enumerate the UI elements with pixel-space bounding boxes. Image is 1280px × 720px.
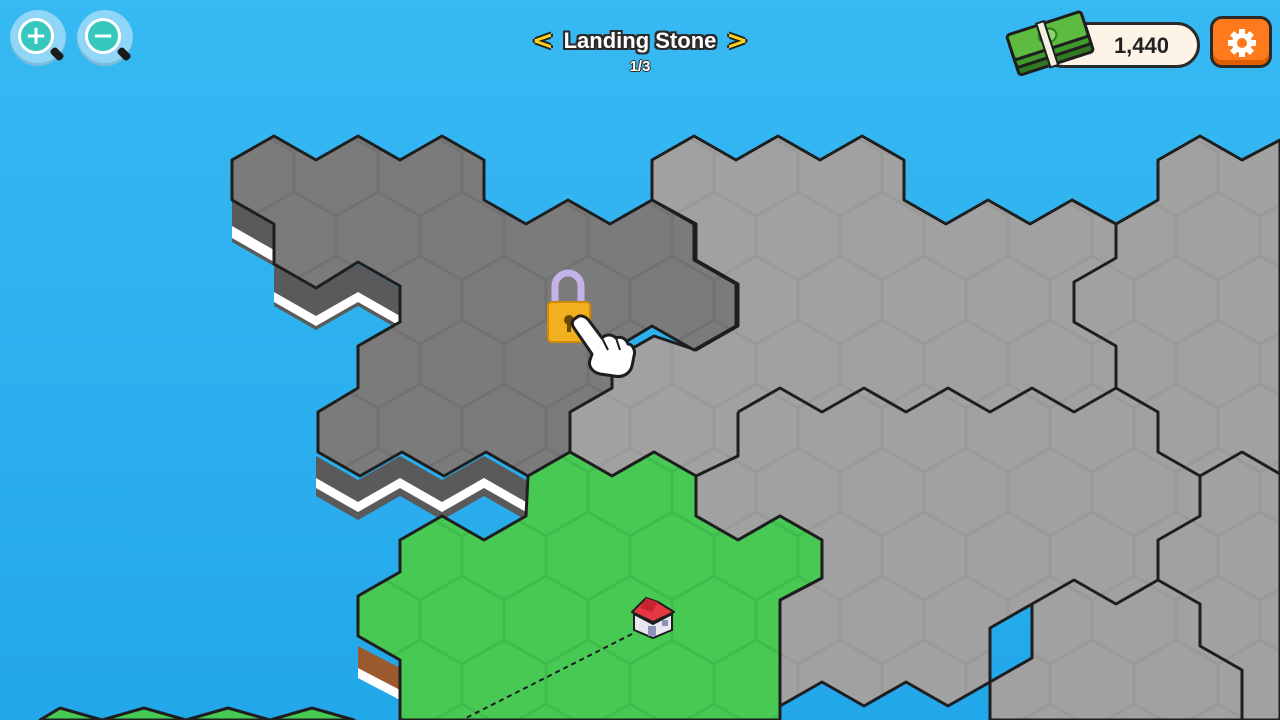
zoom-out-button[interactable]: − bbox=[77, 10, 133, 66]
level-title: Landing Stone bbox=[563, 28, 717, 53]
settings-button[interactable] bbox=[1210, 16, 1272, 68]
cash-stack-icon bbox=[1005, 10, 1095, 77]
house-icon[interactable] bbox=[628, 592, 678, 640]
game-viewport[interactable]: + − < Landing Stone > 1/3 1,440 bbox=[0, 0, 1280, 720]
zoom-out-icon: − bbox=[85, 18, 121, 54]
zoom-in-button[interactable]: + bbox=[10, 10, 66, 66]
level-selector: < Landing Stone > 1/3 bbox=[500, 26, 780, 76]
zoom-in-icon: + bbox=[18, 18, 54, 54]
chevron-right-icon[interactable]: > bbox=[726, 26, 748, 56]
level-progress: 1/3 bbox=[629, 58, 651, 75]
money-value: 1,440 bbox=[1113, 33, 1169, 58]
gear-icon bbox=[1228, 29, 1256, 57]
pointing-hand-icon bbox=[570, 314, 636, 378]
chevron-left-icon[interactable]: < bbox=[532, 26, 554, 56]
